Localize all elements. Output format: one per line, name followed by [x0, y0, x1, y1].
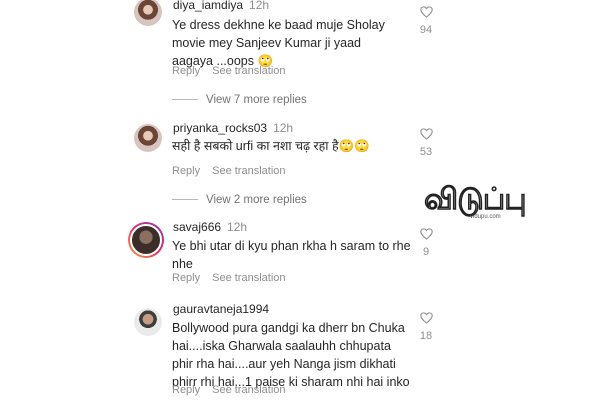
- username[interactable]: savaj666: [173, 220, 221, 234]
- like-count: 18: [419, 330, 433, 342]
- comment-text: Bollywood pura gandgi ka dherr bn Chuka …: [172, 321, 410, 389]
- divider: [172, 99, 198, 101]
- reply-button[interactable]: Reply: [172, 65, 200, 77]
- like-button[interactable]: 53: [414, 128, 438, 158]
- reply-button[interactable]: Reply: [172, 165, 200, 177]
- avatar[interactable]: [134, 308, 162, 336]
- like-button[interactable]: 9: [414, 228, 438, 258]
- logo-subtext: vidupu.com: [470, 214, 501, 220]
- view-more-replies[interactable]: View 7 more replies: [172, 94, 307, 106]
- see-translation-link[interactable]: See translation: [212, 165, 285, 177]
- username[interactable]: priyanka_rocks03: [173, 121, 267, 135]
- see-translation-link[interactable]: See translation: [212, 65, 285, 77]
- avatar[interactable]: [134, 0, 162, 26]
- reply-button[interactable]: Reply: [172, 384, 200, 396]
- watermark-logo: விடுப்பு vidupu.com: [423, 182, 540, 224]
- avatar[interactable]: [134, 124, 162, 152]
- like-button[interactable]: 18: [414, 312, 438, 342]
- like-button[interactable]: 94: [414, 6, 438, 36]
- comment-text: Ye bhi utar di kyu phan rkha h saram to …: [172, 239, 411, 271]
- heart-outline-icon: [419, 6, 433, 18]
- username[interactable]: diya_iamdiya: [173, 0, 243, 12]
- heart-outline-icon: [419, 312, 433, 324]
- comment-text: Ye dress dekhne ke baad muje Sholay movi…: [172, 18, 385, 68]
- see-translation-link[interactable]: See translation: [212, 272, 285, 284]
- timestamp: 12h: [249, 0, 270, 12]
- timestamp: 12h: [227, 220, 248, 234]
- divider: [172, 199, 198, 201]
- like-count: 53: [419, 146, 433, 158]
- logo-text: விடுப்பு: [423, 182, 527, 217]
- like-count: 9: [422, 246, 430, 258]
- timestamp: 12h: [273, 121, 294, 135]
- see-translation-link[interactable]: See translation: [212, 384, 285, 396]
- heart-outline-icon: [419, 128, 433, 140]
- view-more-replies[interactable]: View 2 more replies: [172, 194, 307, 206]
- heart-outline-icon: [419, 228, 433, 240]
- username[interactable]: gauravtaneja1994: [173, 302, 269, 316]
- reply-button[interactable]: Reply: [172, 272, 200, 284]
- avatar-story-ring[interactable]: [128, 222, 164, 258]
- like-count: 94: [419, 24, 433, 36]
- comment-text: सही है सबको urfi का नशा चढ़ रहा है🙄🙄: [172, 139, 370, 153]
